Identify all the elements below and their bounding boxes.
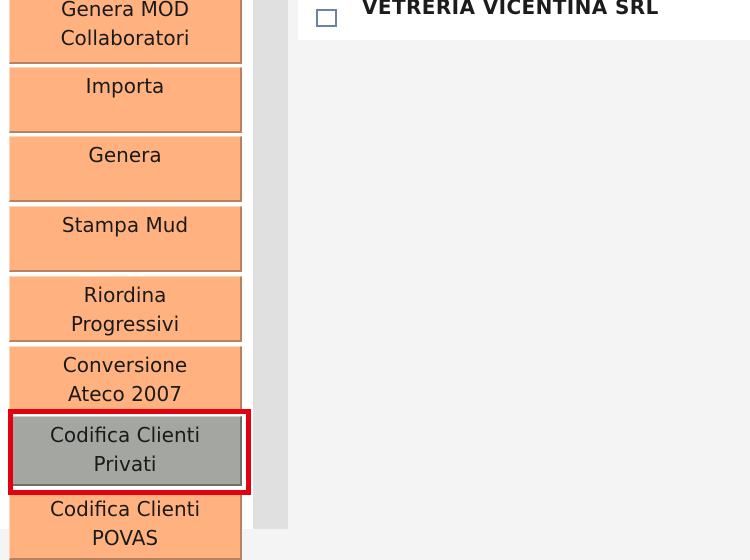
menu-button-genera-mod-collaboratori[interactable]: Genera MOD Collaboratori (9, 0, 242, 64)
menu-button-codifica-clienti-povas[interactable]: Codifica Clienti POVAS (9, 490, 242, 560)
menu-button-stampa-mud[interactable]: Stampa Mud (9, 206, 242, 272)
selection-highlight-frame (8, 409, 251, 495)
list-item-checkbox[interactable] (316, 9, 337, 27)
menu-button-genera[interactable]: Genera (9, 136, 242, 202)
menu-button-riordina-progressivi[interactable]: Riordina Progressivi (9, 276, 242, 342)
menu-button-importa[interactable]: Importa (9, 67, 242, 133)
list-item-label: VETRERIA VICENTINA SRL (362, 0, 659, 19)
menu-button-conversione-ateco-2007[interactable]: Conversione Ateco 2007 (9, 346, 242, 412)
